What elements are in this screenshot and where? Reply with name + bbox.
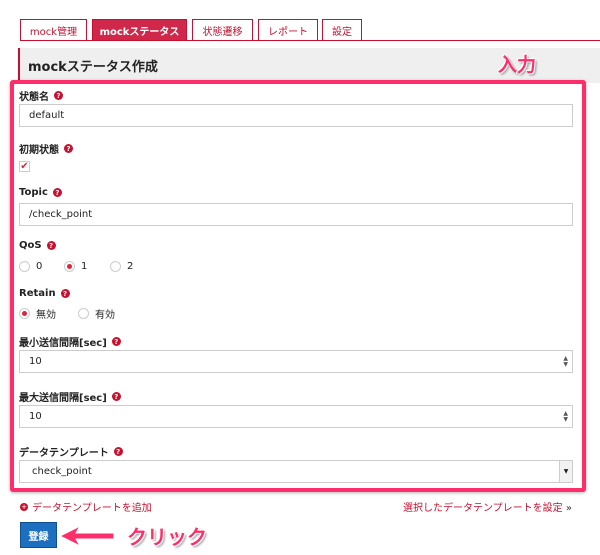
min-interval-input[interactable]: 10 ▲ ▼ (19, 350, 573, 373)
spinner-icon[interactable]: ▲ ▼ (563, 411, 568, 423)
tab-settings[interactable]: 設定 (322, 19, 362, 40)
annotation-input: 入力 (498, 54, 537, 76)
template-select[interactable]: check_point ▼ (19, 460, 573, 483)
initial-state-label: 初期状態? (19, 141, 73, 156)
topic-input[interactable]: /check_point (19, 203, 573, 226)
apply-template-link[interactable]: 選択したデータテンプレートを設定 » (403, 499, 572, 514)
help-icon[interactable]: ? (60, 289, 70, 298)
form-highlight-box (10, 80, 586, 492)
qos-radio-0[interactable]: 0 (19, 261, 42, 272)
max-interval-input[interactable]: 10 ▲ ▼ (19, 405, 573, 428)
submit-button[interactable]: 登録 (20, 522, 57, 548)
topic-label: Topic? (19, 187, 62, 198)
qos-radio-1[interactable]: 1 (64, 261, 87, 272)
min-interval-label: 最小送信間隔[sec]? (19, 334, 121, 349)
tab-report[interactable]: レポート (258, 19, 318, 40)
retain-radio-off[interactable]: 無効 (19, 306, 56, 321)
arrow-annotation-icon (58, 524, 115, 548)
annotation-click: クリック (127, 525, 207, 549)
qos-radio-2[interactable]: 2 (110, 261, 133, 272)
plus-circle-icon: + (20, 502, 28, 511)
help-icon[interactable]: ? (111, 392, 121, 401)
state-name-input[interactable]: default (19, 104, 573, 127)
add-template-link[interactable]: + データテンプレートを追加 (20, 499, 152, 514)
help-icon[interactable]: ? (113, 447, 123, 456)
retain-radio-on[interactable]: 有効 (78, 306, 115, 321)
tab-mock-management[interactable]: mock管理 (20, 19, 87, 40)
max-interval-label: 最大送信間隔[sec]? (19, 389, 121, 404)
retain-label: Retain? (19, 288, 70, 299)
help-icon[interactable]: ? (54, 91, 63, 100)
tab-mock-status[interactable]: mockステータス (92, 19, 187, 40)
spinner-icon[interactable]: ▲ ▼ (563, 356, 568, 368)
help-icon[interactable]: ? (111, 337, 121, 346)
state-name-label: 状態名? (19, 88, 63, 103)
qos-label: QoS? (19, 240, 56, 251)
tab-state-transition[interactable]: 状態遷移 (192, 19, 253, 40)
help-icon[interactable]: ? (64, 144, 73, 153)
tab-divider (20, 40, 600, 41)
chevron-down-icon: ▼ (559, 461, 572, 482)
initial-state-checkbox[interactable]: ✔ (19, 161, 30, 172)
help-icon[interactable]: ? (46, 241, 56, 250)
help-icon[interactable]: ? (52, 188, 62, 197)
template-label: データテンプレート? (19, 444, 123, 459)
